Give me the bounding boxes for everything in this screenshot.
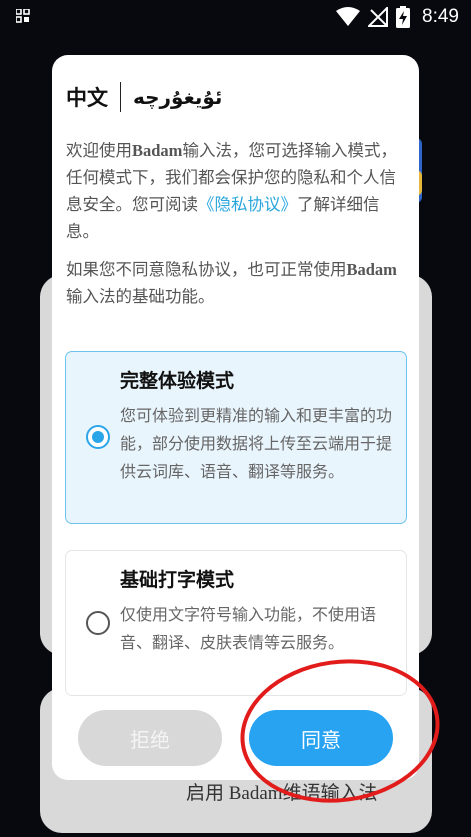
privacy-policy-link[interactable]: 《隐私协议》: [198, 195, 297, 214]
no-signal-icon: [368, 7, 389, 27]
decline-info-text: 如果您不同意隐私协议，也可正常使用Badam 输入法的基础功能。: [66, 256, 406, 310]
option-description: 仅使用文字符号输入功能，不使用语音、翻译、皮肤表情等云服务。: [120, 605, 377, 652]
full-experience-option[interactable]: 完整体验模式 您可体验到更精准的输入和更丰富的功能，部分使用数据将上传至云端用于…: [65, 351, 407, 524]
decline-text-part: 如果您不同意隐私协议，也可正常使用: [66, 260, 347, 279]
lang-chinese-tab[interactable]: 中文: [66, 82, 108, 112]
battery-charging-icon: [396, 6, 411, 28]
lang-uyghur-tab[interactable]: ئۇيغۇرچە: [133, 85, 222, 109]
reject-button[interactable]: 拒绝: [78, 710, 222, 766]
welcome-text: 欢迎使用Badam输入法，您可选择输入模式，任何模式下，我们都会保护您的隐私和个…: [66, 137, 406, 245]
option-title: 完整体验模式: [120, 370, 235, 392]
radio-unselected-icon[interactable]: [86, 611, 110, 635]
brand-name: Badam: [346, 260, 397, 279]
status-time: 8:49: [422, 6, 459, 27]
option-description: 您可体验到更精准的输入和更丰富的功能，部分使用数据将上传至云端用于提供云词库、语…: [120, 406, 393, 481]
app-grid-icon: [16, 9, 30, 23]
decline-text-part: 输入法的基础功能。: [66, 287, 215, 306]
status-bar: 8:49: [0, 0, 471, 34]
lang-divider: [120, 82, 121, 112]
brand-name: Badam: [132, 141, 183, 160]
option-title: 基础打字模式: [120, 569, 235, 591]
radio-selected-icon[interactable]: [86, 425, 110, 449]
wifi-icon: [336, 7, 361, 26]
language-switch: 中文 ئۇيغۇرچە: [66, 81, 222, 113]
welcome-text-part: 欢迎使用: [66, 141, 132, 160]
